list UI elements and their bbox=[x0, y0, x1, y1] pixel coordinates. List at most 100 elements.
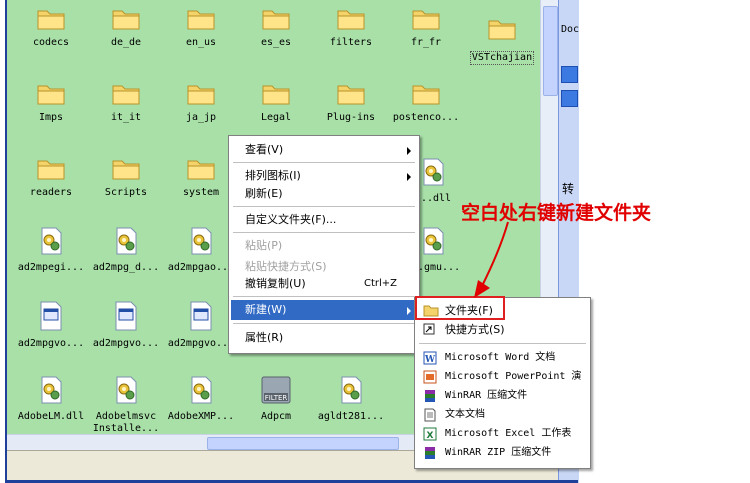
file-item[interactable]: Scripts bbox=[89, 157, 163, 199]
file-label: codecs bbox=[32, 37, 70, 48]
menu-separator bbox=[233, 296, 415, 298]
dll-icon bbox=[89, 226, 163, 260]
menu-separator bbox=[233, 206, 415, 208]
file-item[interactable]: it_it bbox=[89, 82, 163, 124]
folder-icon bbox=[389, 82, 463, 110]
file-item[interactable]: es_es bbox=[239, 7, 313, 49]
file-item[interactable]: ad2mpg_d... bbox=[89, 226, 163, 274]
file-label: fr_fr bbox=[410, 37, 442, 48]
menu-separator bbox=[233, 162, 415, 164]
file-item[interactable]: Imps bbox=[14, 82, 88, 124]
submenu-item[interactable]: W Microsoft Word 文档 bbox=[417, 349, 588, 367]
scroll-thumb[interactable] bbox=[207, 437, 399, 450]
folder-icon bbox=[314, 7, 388, 35]
svg-text:W: W bbox=[424, 355, 436, 365]
menu-item[interactable]: 自定义文件夹(F)... bbox=[231, 210, 417, 230]
file-item[interactable]: VSTchajian bbox=[465, 17, 539, 65]
file-label: it_it bbox=[110, 112, 142, 123]
menu-item[interactable]: 查看(V) bbox=[231, 140, 417, 160]
file-item[interactable]: fr_fr bbox=[389, 7, 463, 49]
file-label: agldt281... bbox=[317, 411, 385, 422]
submenu-item[interactable]: Microsoft PowerPoint 演 bbox=[417, 368, 588, 386]
file-item[interactable]: postenco... bbox=[389, 82, 463, 124]
menu-separator bbox=[233, 323, 415, 325]
file-item[interactable]: ad2mpgvo... bbox=[89, 300, 163, 350]
filter-icon: FILTER bbox=[239, 375, 313, 409]
submenu-item-label: WinRAR 压缩文件 bbox=[445, 390, 528, 401]
file-item[interactable]: filters bbox=[314, 7, 388, 49]
submenu-item[interactable]: 文本文档 bbox=[417, 406, 588, 424]
file-item[interactable]: readers bbox=[14, 157, 88, 199]
submenu-arrow-icon bbox=[407, 147, 411, 155]
submenu-arrow-icon bbox=[407, 173, 411, 181]
file-item[interactable]: Plug-ins bbox=[314, 82, 388, 124]
svg-text:X: X bbox=[427, 431, 434, 441]
file-label: ad2mpgvo... bbox=[17, 338, 85, 349]
file-item[interactable]: ad2mpgao... bbox=[164, 226, 238, 274]
folder-icon bbox=[14, 82, 88, 110]
file-item[interactable]: FILTER Adpcm bbox=[239, 375, 313, 423]
file-label: Plug-ins bbox=[326, 112, 376, 123]
menu-separator bbox=[419, 343, 586, 345]
file-item[interactable]: ja_jp bbox=[164, 82, 238, 124]
folder-icon bbox=[314, 82, 388, 110]
file-item[interactable]: de_de bbox=[89, 7, 163, 49]
file-item[interactable]: Legal bbox=[239, 82, 313, 124]
folder-icon bbox=[164, 7, 238, 35]
menu-shortcut: Ctrl+Z bbox=[363, 278, 397, 289]
file-item[interactable]: AdobeLM.dll bbox=[14, 375, 88, 423]
submenu-item[interactable]: WinRAR ZIP 压缩文件 bbox=[417, 444, 588, 462]
menu-item-label: 查看(V) bbox=[245, 143, 284, 156]
file-item[interactable]: ad2mpgvo... bbox=[14, 300, 88, 350]
file-item[interactable]: agldt281... bbox=[314, 375, 388, 423]
file-item[interactable]: system bbox=[164, 157, 238, 199]
window-file-icon bbox=[164, 300, 238, 336]
shortcut-icon bbox=[423, 323, 435, 341]
scroll-thumb[interactable] bbox=[543, 6, 558, 96]
file-label: Adobelmsvc Installe... bbox=[92, 411, 160, 434]
folder-icon bbox=[14, 7, 88, 35]
annotation-arrow bbox=[474, 221, 509, 298]
submenu-item-label: 文本文档 bbox=[445, 409, 485, 420]
menu-item[interactable]: 新建(W) bbox=[231, 300, 417, 320]
dll-icon bbox=[14, 226, 88, 260]
file-label: AdobeLM.dll bbox=[17, 411, 85, 422]
file-label: ad2mpegi... bbox=[17, 262, 85, 273]
window-file-icon bbox=[89, 300, 163, 336]
submenu-item-label: Microsoft Excel 工作表 bbox=[445, 428, 572, 439]
menu-item[interactable]: 属性(R) bbox=[231, 328, 417, 348]
menu-item-label: 排列图标(I) bbox=[245, 169, 301, 182]
file-label: Imps bbox=[38, 112, 64, 123]
menu-item[interactable]: 刷新(E) bbox=[231, 184, 417, 204]
menu-item[interactable]: 撤销复制(U) Ctrl+Z bbox=[231, 274, 417, 294]
menu-item: 粘贴(P) bbox=[231, 236, 417, 256]
context-menu: 查看(V) 排列图标(I) 刷新(E) 自定义文件夹(F)... 粘贴(P) 粘贴快捷方式… bbox=[228, 135, 420, 354]
file-item[interactable]: ad2mpgvo... bbox=[164, 300, 238, 350]
file-item[interactable]: en_us bbox=[164, 7, 238, 49]
pane-button[interactable] bbox=[561, 90, 578, 107]
file-label: Scripts bbox=[104, 187, 148, 198]
folder-icon bbox=[89, 82, 163, 110]
menu-item[interactable]: 排列图标(I) bbox=[231, 166, 417, 186]
submenu-item[interactable]: X Microsoft Excel 工作表 bbox=[417, 425, 588, 443]
file-label: postenco... bbox=[392, 112, 460, 123]
submenu-item[interactable]: WinRAR 压缩文件 bbox=[417, 387, 588, 405]
file-label: ad2mpg_d... bbox=[92, 262, 160, 273]
folder-icon bbox=[89, 7, 163, 35]
file-label: ad2mpgvo... bbox=[92, 338, 160, 349]
zhuan-label: 转 bbox=[562, 182, 575, 196]
window-file-icon bbox=[14, 300, 88, 336]
file-label: ja_jp bbox=[185, 112, 217, 123]
file-label: VSTchajian bbox=[469, 51, 535, 65]
file-label: ad2mpgao... bbox=[167, 262, 235, 273]
file-label: Adpcm bbox=[260, 411, 292, 422]
submenu-item[interactable]: 快捷方式(S) bbox=[417, 321, 588, 339]
pane-button[interactable] bbox=[561, 66, 578, 83]
file-item[interactable]: codecs bbox=[14, 7, 88, 49]
file-item[interactable]: AdobeXMP... bbox=[164, 375, 238, 423]
file-item[interactable]: ad2mpegi... bbox=[14, 226, 88, 274]
file-item[interactable]: Adobelmsvc Installe... bbox=[89, 375, 163, 435]
doc-label: Doc bbox=[561, 24, 579, 35]
file-label: system bbox=[182, 187, 220, 198]
dll-icon bbox=[314, 375, 388, 409]
